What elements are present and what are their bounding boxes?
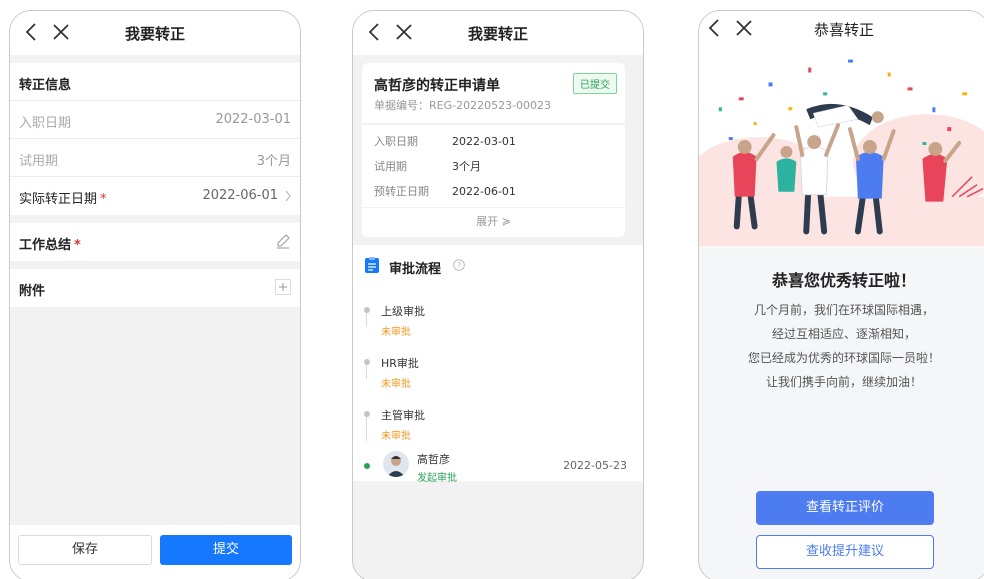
apply-number: 单据编号：REG-20220523-00023 xyxy=(374,99,552,112)
row-entry-date: 入职日期 2022-03-01 xyxy=(10,101,300,139)
save-button[interactable]: 保存 xyxy=(18,535,152,565)
detail-row: 试用期 3个月 xyxy=(374,158,481,174)
congrats-line: 您已经成为优秀的环球国际一员啦！ xyxy=(747,351,940,365)
row-label: 入职日期 xyxy=(19,116,72,131)
congrats-line: 经过互相适应、逐渐相知， xyxy=(771,327,916,341)
row-label: 试用期 xyxy=(19,154,59,169)
row-label: 实际转正日期 xyxy=(19,192,98,207)
page-title: 我要转正 xyxy=(467,25,528,43)
node-dot xyxy=(364,359,370,365)
node-status: 未审批 xyxy=(381,431,411,442)
row-value: 2022-03-01 xyxy=(215,112,291,127)
congrats-line: 让我们携手向前，继续加油！ xyxy=(765,375,922,389)
node-name: 上级审批 xyxy=(381,305,425,318)
svg-text:?: ? xyxy=(457,261,461,270)
status-badge: 已提交 xyxy=(573,73,617,94)
summary-label: 工作总结 xyxy=(19,238,72,253)
plus-icon[interactable] xyxy=(275,279,291,295)
content-bg xyxy=(699,247,984,579)
apply-title: 高哲彦的转正申请单 xyxy=(374,78,500,94)
submit-button[interactable]: 提交 xyxy=(160,535,292,565)
flow-section: 审批流程 ? 上级审批 未审批 HR审批 未审批 主管审批 未审批 高哲彦 发起… xyxy=(353,245,643,484)
row-label-group: 实际转正日期 * xyxy=(19,188,107,207)
node-status: 未审批 xyxy=(381,327,411,338)
celebration-illustration xyxy=(699,47,984,247)
screen-form: 我要转正 转正信息 入职日期 2022-03-01 试用期 3个月 实际转正日期… xyxy=(9,10,301,579)
apply-header-card: 高哲彦的转正申请单 单据编号：REG-20220523-00023 已提交 xyxy=(362,63,625,123)
flow-line xyxy=(366,365,367,379)
expand-toggle[interactable]: 展开 ≽ xyxy=(362,213,625,229)
edit-icon[interactable] xyxy=(275,233,291,249)
detail-value: 3个月 xyxy=(452,160,481,173)
row-actual-date[interactable]: 实际转正日期 * 2022-06-01 xyxy=(10,177,300,215)
navbar: 我要转正 xyxy=(353,11,643,55)
initiator-date: 2022-05-23 xyxy=(563,459,627,472)
row-label-group: 工作总结 * xyxy=(19,234,81,253)
chevron-right-icon xyxy=(285,190,291,202)
footer-actions: 保存 提交 xyxy=(10,525,300,579)
attachment-row[interactable]: 附件 xyxy=(10,269,300,307)
navbar: 恭喜转正 xyxy=(699,11,984,47)
node-status: 未审批 xyxy=(381,379,411,390)
summary-row: 工作总结 * xyxy=(10,223,300,261)
detail-value: 2022-03-01 xyxy=(452,135,516,148)
divider xyxy=(362,207,625,208)
initiator-status: 发起审批 xyxy=(417,473,457,484)
help-icon[interactable]: ? xyxy=(453,259,465,271)
view-suggestions-button[interactable]: 查收提升建议 xyxy=(756,535,934,569)
detail-row: 入职日期 2022-03-01 xyxy=(374,133,516,149)
detail-row: 预转正日期 2022-06-01 xyxy=(374,183,516,199)
row-value: 3个月 xyxy=(256,154,291,169)
attachment-label: 附件 xyxy=(19,284,46,299)
row-probation: 试用期 3个月 xyxy=(10,139,300,177)
required-mark: * xyxy=(100,192,107,207)
initiator-name: 高哲彦 xyxy=(417,453,450,466)
node-dot xyxy=(364,307,370,313)
detail-value: 2022-06-01 xyxy=(452,185,516,198)
flow-line xyxy=(366,313,367,327)
detail-label: 入职日期 xyxy=(374,135,418,148)
detail-label: 预转正日期 xyxy=(374,185,429,198)
flow-title: 审批流程 xyxy=(389,262,442,277)
required-mark: * xyxy=(74,238,81,253)
section-title: 转正信息 xyxy=(19,78,72,93)
apply-detail-card: 入职日期 2022-03-01 试用期 3个月 预转正日期 2022-06-01 展开… xyxy=(362,125,625,237)
attachment-inner: 附件 xyxy=(10,269,300,307)
detail-label: 试用期 xyxy=(374,160,407,173)
congrats-heading: 恭喜您优秀转正啦！ xyxy=(771,271,916,290)
avatar xyxy=(383,451,409,477)
info-section: 转正信息 入职日期 2022-03-01 试用期 3个月 实际转正日期 * 202… xyxy=(10,63,300,215)
congrats-line: 几个月前，我们在环球国际相遇， xyxy=(753,303,934,317)
view-evaluation-button[interactable]: 查看转正评价 xyxy=(756,491,934,525)
screen-detail: 我要转正 高哲彦的转正申请单 单据编号：REG-20220523-00023 已… xyxy=(352,10,644,579)
clipboard-icon xyxy=(365,257,379,273)
node-name: 主管审批 xyxy=(381,409,425,422)
date-picker-value[interactable]: 2022-06-01 xyxy=(202,188,278,203)
screen-congrats: 恭喜转正 恭喜您优秀转正啦！ 几个月前，我们在环球国际相遇， 经过互相适应、逐渐… xyxy=(698,10,984,579)
work-summary-row[interactable]: 工作总结 * xyxy=(10,223,300,261)
flow-line xyxy=(366,417,367,441)
node-name: HR审批 xyxy=(381,357,419,370)
navbar: 我要转正 xyxy=(10,11,300,55)
page-title: 恭喜转正 xyxy=(813,21,874,39)
page-title: 我要转正 xyxy=(124,25,185,43)
node-dot xyxy=(364,411,370,417)
section-header: 转正信息 xyxy=(10,63,300,101)
node-dot xyxy=(364,463,370,469)
